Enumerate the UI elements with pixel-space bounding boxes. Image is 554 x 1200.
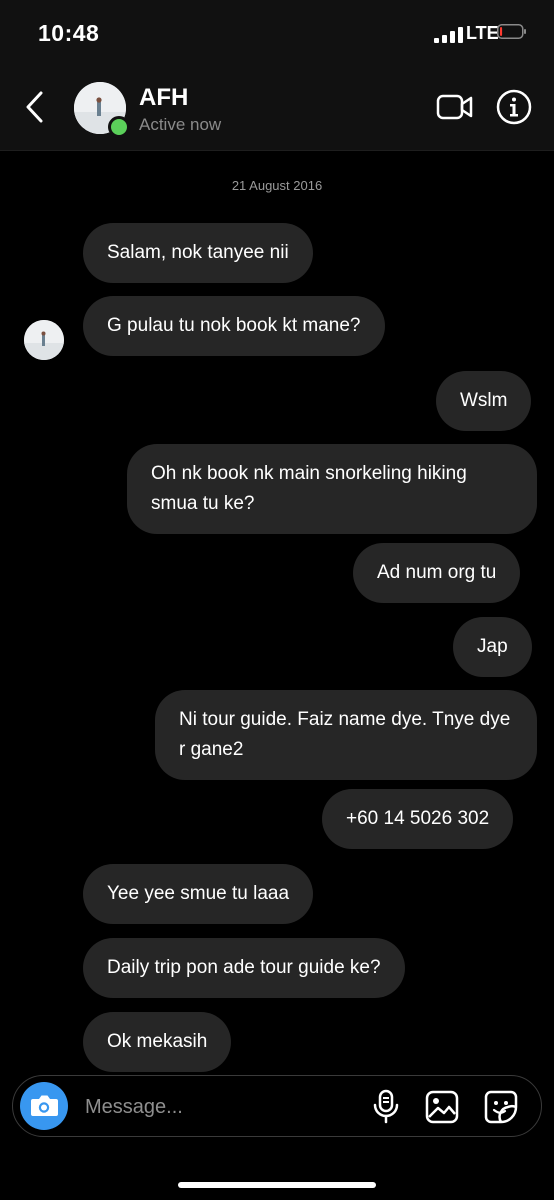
message-incoming[interactable]: Salam, nok tanyee nii	[83, 223, 313, 283]
message-outgoing[interactable]: Ad num org tu	[353, 543, 521, 603]
info-icon[interactable]	[495, 88, 533, 126]
message-outgoing[interactable]: +60 14 5026 302	[322, 789, 514, 849]
status-bar: 10:48 LTE	[0, 0, 554, 66]
avatar-photo-icon	[24, 320, 64, 360]
signal-icon	[434, 27, 463, 43]
message-outgoing[interactable]: Oh nk book nk main snorkeling hiking smu…	[127, 444, 537, 534]
video-camera-icon[interactable]	[436, 92, 474, 122]
message-outgoing[interactable]: Wslm	[436, 371, 532, 431]
online-indicator	[108, 116, 130, 138]
gallery-icon[interactable]	[425, 1090, 459, 1124]
message-outgoing[interactable]: Jap	[453, 617, 532, 677]
camera-icon	[31, 1095, 58, 1116]
message-incoming[interactable]: G pulau tu nok book kt mane?	[83, 296, 385, 356]
microphone-icon[interactable]	[371, 1089, 401, 1125]
network-type: LTE	[466, 23, 499, 43]
message-outgoing[interactable]: Ni tour guide. Faiz name dye. Tnye dye r…	[155, 690, 537, 780]
message-composer	[12, 1075, 542, 1137]
message-incoming[interactable]: Ok mekasih	[83, 1012, 232, 1072]
contact-status: Active now	[139, 115, 222, 134]
battery-icon	[497, 24, 526, 39]
chevron-left-icon[interactable]	[24, 90, 46, 124]
status-time: 10:48	[38, 20, 100, 46]
contact-name[interactable]: AFH	[139, 84, 188, 112]
camera-button[interactable]	[20, 1082, 68, 1130]
home-indicator[interactable]	[178, 1182, 376, 1188]
chat-date: 21 August 2016	[231, 178, 323, 193]
message-incoming[interactable]: Daily trip pon ade tour guide ke?	[83, 938, 405, 998]
sender-avatar[interactable]	[24, 320, 64, 360]
message-input[interactable]	[83, 1090, 347, 1124]
chat-header: AFH Active now	[0, 66, 554, 151]
message-incoming[interactable]: Yee yee smue tu laaa	[83, 864, 314, 924]
sticker-icon[interactable]	[483, 1089, 519, 1125]
